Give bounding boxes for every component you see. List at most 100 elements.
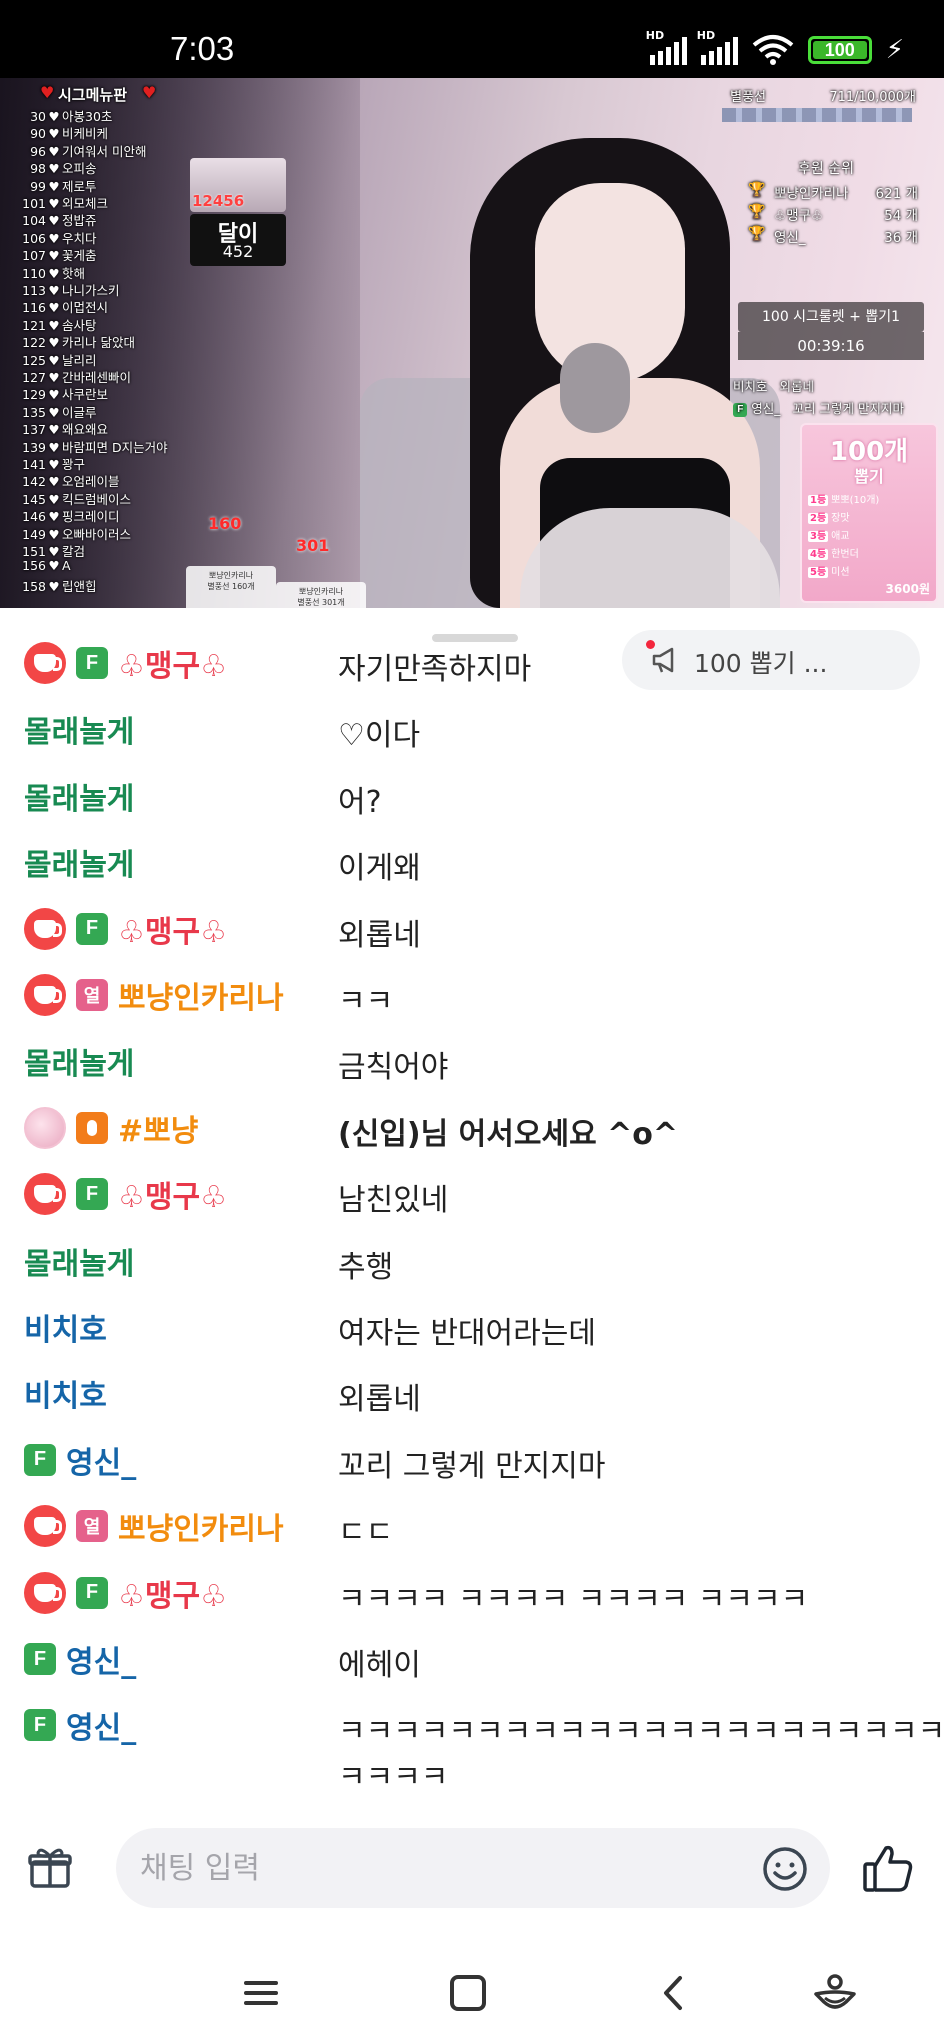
chat-message[interactable]: F ♧맹구♧ 외롭네 (0, 896, 944, 962)
heart-icon: ♥ (48, 439, 60, 455)
chat-author[interactable]: F 영신_ (24, 1704, 136, 1746)
balloon-sticker: 뽀냥인카리나 별풍선 301개 (276, 582, 366, 608)
heart-icon: ♥ (48, 265, 60, 281)
chat-message[interactable]: F 영신_ 에헤이 (0, 1626, 944, 1692)
chat-author[interactable]: 열 뽀냥인카리나 (24, 1504, 284, 1548)
sig-item-number: 129 (22, 387, 46, 403)
chat-nickname[interactable]: ♧맹구♧ (118, 641, 227, 685)
emoji-icon[interactable] (762, 1846, 808, 1892)
heart-icon: ♥ (48, 526, 60, 542)
heart-icon: ♥ (48, 248, 60, 264)
chat-message[interactable]: 열 뽀냥인카리나 ㄷㄷ (0, 1493, 944, 1559)
chat-nickname[interactable]: #뽀냥 (118, 1106, 198, 1150)
chat-nickname[interactable]: 몰래놀게 (24, 707, 134, 751)
sig-item-name: A (62, 558, 71, 574)
chat-message[interactable]: 몰래놀게 이게왜 (0, 829, 944, 895)
chat-author[interactable]: 몰래놀게 (24, 841, 134, 883)
chat-text: 여자는 반대어라는데 (338, 1316, 596, 1351)
chat-nickname[interactable]: 비치호 (24, 1305, 107, 1349)
chat-author[interactable]: 비치호 (24, 1372, 107, 1414)
chat-message[interactable]: 비치호 외롭네 (0, 1360, 944, 1426)
sig-item-number: 30 (30, 109, 46, 124)
chat-message[interactable]: F 영신_ 꼬리 그렇게 만지지마 (0, 1427, 944, 1493)
video-player[interactable]: ♥ 시그메뉴판 ♥ 30 ♥ 아봉30초 90 ♥ 비케비케 96 ♥ 기여워서 미안해 98 ♥ 오… (0, 78, 944, 608)
promo-thumbnail: 달이 452 (190, 214, 286, 266)
home-icon[interactable] (443, 1968, 493, 2018)
chat-nickname[interactable]: 영신_ (66, 1703, 136, 1747)
chat-nickname[interactable]: 몰래놀게 (24, 840, 134, 884)
mic-icon (76, 1111, 108, 1144)
chat-nickname[interactable]: 비치호 (24, 1371, 107, 1415)
chat-author[interactable]: #뽀냥 (24, 1106, 198, 1150)
status-bar: 7:03 HD HD 100 ⚡ (0, 0, 944, 78)
chat-message[interactable]: 몰래놀게 금칙어야 (0, 1028, 944, 1094)
chat-author[interactable]: F ♧맹구♧ (24, 1172, 227, 1216)
chat-message[interactable]: 열 뽀냥인카리나 ㅋㅋ (0, 962, 944, 1028)
sig-item-name: 정밥쥬 (62, 213, 97, 229)
chat-author[interactable]: 몰래놀게 (24, 1040, 134, 1082)
chat-message[interactable]: 몰래놀게 어? (0, 763, 944, 829)
heart-icon: ♥ (48, 578, 60, 594)
back-icon[interactable] (650, 1968, 700, 2018)
chat-author[interactable]: F 영신_ (24, 1439, 136, 1481)
assistant-icon[interactable] (810, 1968, 860, 2018)
ranking-name: 뽀냥인카리나 (774, 186, 849, 202)
chat-nickname[interactable]: ♧맹구♧ (118, 1571, 227, 1615)
chat-author[interactable]: 몰래놀게 (24, 708, 134, 750)
sig-menu-item: 96 ♥ 기여워서 미안해 (12, 141, 146, 160)
chat-nickname[interactable]: 뽀냥인카리나 (118, 1504, 284, 1548)
sig-item-name: 제로투 (62, 178, 97, 194)
trophy-icon: 🏆 (748, 226, 766, 242)
battery-level: 100 (824, 39, 855, 60)
menu-icon[interactable] (236, 1968, 286, 2018)
sig-item-name: 나니가스키 (62, 283, 120, 298)
trophy-icon: 🏆 (748, 204, 766, 220)
chat-author[interactable]: F ♧맹구♧ (24, 907, 227, 951)
sig-item-name: 우치다 (62, 230, 97, 246)
sig-menu-item: 145 ♥ 킥드럼베이스 (12, 489, 131, 508)
chat-nickname[interactable]: ♧맹구♧ (118, 1172, 227, 1216)
chat-nickname[interactable]: 몰래놀게 (24, 1039, 134, 1083)
sig-menu-item: 99 ♥ 제로투 (12, 176, 97, 195)
thumbs-up-icon[interactable] (862, 1844, 914, 1894)
chat-message[interactable]: F ♧맹구♧ 남친있네 (0, 1161, 944, 1227)
chat-nickname[interactable]: ♧맹구♧ (118, 907, 227, 951)
chat-author[interactable]: 몰래놀게 (24, 1240, 134, 1282)
heart-icon: ♥ (48, 178, 60, 194)
chat-message[interactable]: 몰래놀게 ♡이다 (0, 696, 944, 762)
chat-author[interactable]: 열 뽀냥인카리나 (24, 974, 284, 1016)
battery-icon: 100 (807, 36, 872, 64)
chat-nickname[interactable]: 영신_ (66, 1438, 136, 1482)
heart-icon: ♥ (48, 213, 60, 229)
chat-message[interactable]: 몰래놀게 추행 (0, 1228, 944, 1294)
chat-text: 꼬리 그렇게 만지지마 (338, 1448, 606, 1484)
overlay-chat-line: 비치호 외롭네 (733, 376, 814, 395)
chat-nickname[interactable]: 영신_ (66, 1637, 136, 1681)
chat-message[interactable]: F ♧맹구♧ ㅋㅋㅋㅋ ㅋㅋㅋㅋ ㅋㅋㅋㅋ ㅋㅋㅋㅋ (0, 1560, 944, 1626)
chat-message[interactable]: #뽀냥 (신입)님 어서오세요 ^o^ (0, 1095, 944, 1161)
chat-author[interactable]: F ♧맹구♧ (24, 1571, 227, 1615)
sig-item-number: 125 (22, 352, 46, 368)
chat-message[interactable]: 비치호 여자는 반대어라는데 (0, 1294, 944, 1360)
sig-item-number: 101 (22, 196, 46, 211)
chat-message[interactable]: F 영신_ ㅋㅋㅋㅋㅋㅋㅋㅋㅋㅋㅋㅋㅋㅋㅋㅋㅋㅋㅋㅋㅋㅋㅋ ㅋㅋㅋㅋ (0, 1692, 944, 1795)
draw-rank: 2등 (808, 513, 829, 524)
chat-author[interactable]: F 영신_ (24, 1638, 136, 1680)
sig-item-number: 135 (22, 404, 46, 420)
gift-icon[interactable] (28, 1846, 72, 1890)
chat-nickname[interactable]: 몰래놀게 (24, 774, 134, 818)
sticker-caption: 별풍선 160개 (207, 582, 255, 591)
sig-menu-item: 127 ♥ 간바레센빠이 (12, 367, 131, 386)
chat-nickname[interactable]: 뽀냥인카리나 (118, 973, 284, 1017)
chat-text: ㅋㅋㅋㅋ (338, 1760, 449, 1796)
chat-nickname[interactable]: 몰래놀게 (24, 1239, 134, 1283)
chat-author[interactable]: 몰래놀게 (24, 775, 134, 817)
chat-input[interactable] (140, 1846, 720, 1890)
sig-item-name: 간바레센빠이 (62, 370, 132, 385)
sig-item-name: 오빠바이러스 (62, 526, 132, 542)
wifi-icon (752, 35, 794, 65)
chat-author[interactable]: 비치호 (24, 1306, 107, 1348)
chat-input-box[interactable] (116, 1828, 830, 1908)
chat-message[interactable]: F ♧맹구♧ 자기만족하지마 (0, 630, 944, 696)
chat-author[interactable]: F ♧맹구♧ (24, 642, 227, 684)
